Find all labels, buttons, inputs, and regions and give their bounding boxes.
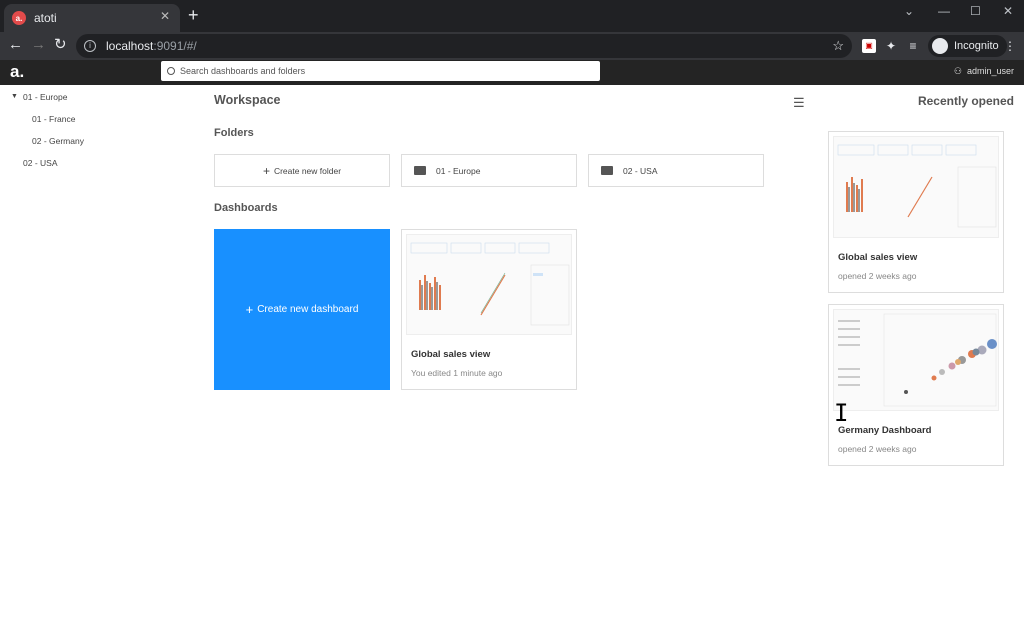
incognito-icon: [932, 38, 948, 54]
folder-label: 01 - Europe: [436, 165, 481, 176]
bookmark-star-icon[interactable]: ☆: [832, 38, 844, 54]
tab-title: atoti: [34, 11, 57, 25]
atoti-favicon-icon: a.: [12, 11, 26, 25]
text-cursor-icon: I: [834, 399, 849, 427]
minimize-icon[interactable]: —: [938, 4, 950, 18]
tree-item-germany[interactable]: 02 - Germany: [32, 136, 84, 146]
user-menu[interactable]: ⚇ admin_user: [954, 66, 1014, 77]
tab-search-icon[interactable]: ⌄: [904, 4, 914, 18]
folders-heading: Folders: [214, 127, 254, 139]
tree-item-france[interactable]: 01 - France: [32, 114, 75, 124]
app-header: a. Search dashboards and folders ⚇ admin…: [0, 60, 1024, 85]
puzzle-extensions-icon[interactable]: ✦: [884, 39, 898, 53]
recent-card-global-sales[interactable]: Global sales view opened 2 weeks ago: [828, 131, 1004, 293]
folder-icon: [414, 166, 426, 175]
recent-thumbnail: [833, 136, 999, 238]
list-view-icon[interactable]: ☰: [793, 95, 805, 111]
dashboards-heading: Dashboards: [214, 202, 278, 214]
dashboard-title: Global sales view: [411, 349, 491, 360]
search-icon: [167, 67, 175, 75]
tree-item-usa[interactable]: 02 - USA: [23, 158, 58, 168]
maximize-icon[interactable]: ☐: [970, 4, 981, 18]
incognito-badge[interactable]: Incognito: [928, 35, 1007, 57]
back-icon[interactable]: ←: [8, 36, 23, 54]
url-field[interactable]: i localhost:9091/#/ ☆: [76, 34, 852, 58]
media-control-icon[interactable]: ≡: [906, 39, 920, 53]
new-tab-icon[interactable]: +: [188, 6, 199, 24]
page-title: Workspace: [214, 93, 281, 107]
recent-thumbnail: [833, 309, 999, 411]
dashboard-thumbnail: [406, 234, 572, 335]
tree-item-europe[interactable]: 01 - Europe: [23, 92, 67, 102]
reload-icon[interactable]: ↻: [54, 36, 67, 54]
create-folder-button[interactable]: + Create new folder: [214, 154, 390, 187]
expand-caret-icon[interactable]: ▼: [11, 93, 18, 100]
search-input[interactable]: Search dashboards and folders: [161, 61, 600, 81]
recently-opened-heading: Recently opened: [917, 94, 1014, 108]
folder-icon: [601, 166, 613, 175]
create-dashboard-button[interactable]: + Create new dashboard: [214, 229, 390, 390]
recent-title: Global sales view: [838, 252, 918, 263]
forward-icon[interactable]: →: [31, 36, 46, 54]
address-bar: ← → ↻ i localhost:9091/#/ ☆ ▣ ✦ ≡ Incogn…: [0, 32, 1024, 60]
close-window-icon[interactable]: ✕: [1003, 4, 1013, 18]
folder-label: 02 - USA: [623, 165, 658, 176]
extension-icon[interactable]: ▣: [862, 39, 876, 53]
dashboard-card-global-sales[interactable]: Global sales view You edited 1 minute ag…: [401, 229, 577, 390]
user-name: admin_user: [966, 66, 1014, 76]
url-path: :9091/#/: [153, 39, 197, 53]
atoti-logo[interactable]: a.: [10, 62, 24, 82]
plus-icon: +: [245, 302, 254, 317]
create-folder-label: Create new folder: [273, 165, 342, 176]
url-host: localhost: [106, 39, 154, 53]
recent-card-germany[interactable]: Germany Dashboard opened 2 weeks ago: [828, 304, 1004, 466]
create-dashboard-label: Create new dashboard: [257, 304, 359, 315]
dashboard-subtitle: You edited 1 minute ago: [411, 368, 503, 378]
recent-title: Germany Dashboard: [838, 425, 932, 436]
recent-subtitle: opened 2 weeks ago: [838, 444, 917, 454]
incognito-label: Incognito: [954, 40, 999, 52]
browser-tab-bar: a. atoti ✕ + ⌄ — ☐ ✕: [0, 0, 1024, 32]
close-tab-icon[interactable]: ✕: [160, 9, 170, 23]
browser-menu-icon[interactable]: ⋮: [1003, 39, 1017, 53]
user-icon: ⚇: [953, 66, 962, 76]
site-info-icon[interactable]: i: [84, 40, 96, 52]
search-placeholder: Search dashboards and folders: [180, 66, 306, 76]
recent-subtitle: opened 2 weeks ago: [838, 271, 917, 281]
folder-europe[interactable]: 01 - Europe: [401, 154, 577, 187]
browser-tab[interactable]: a. atoti ✕: [4, 4, 180, 32]
plus-icon: +: [262, 163, 270, 178]
folder-usa[interactable]: 02 - USA: [588, 154, 764, 187]
